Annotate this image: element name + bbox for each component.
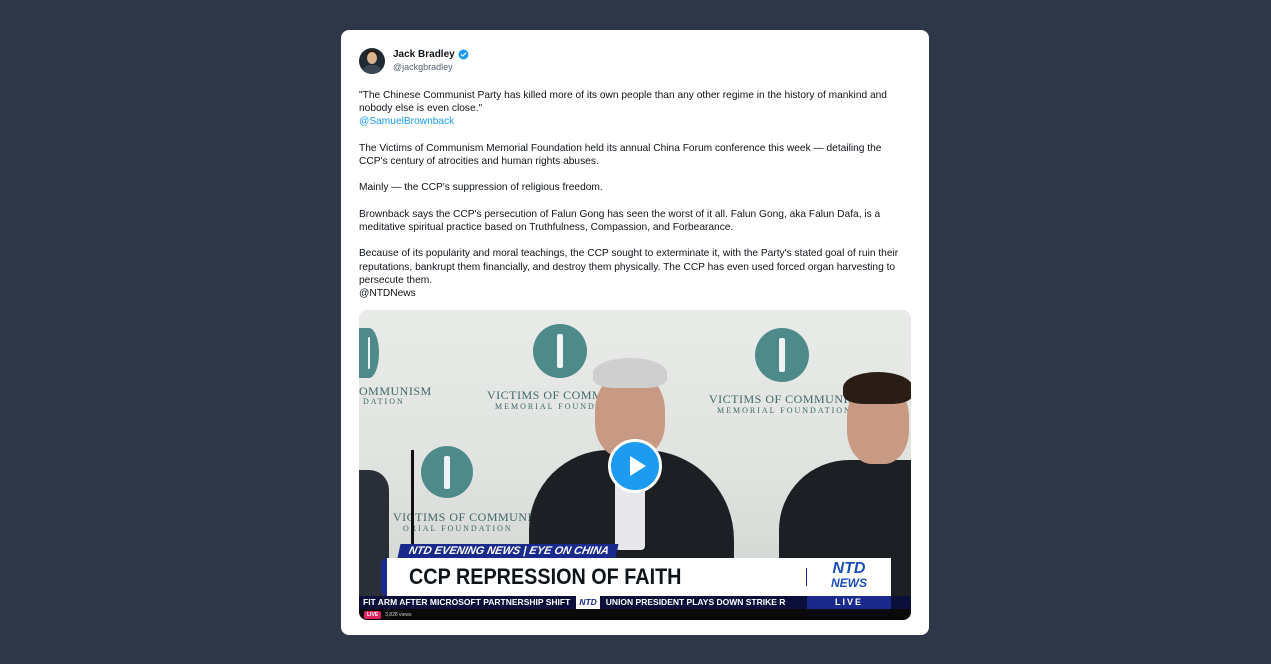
foundation-logo bbox=[359, 328, 379, 379]
foundation-logo bbox=[755, 328, 809, 383]
chyron-divider bbox=[806, 568, 807, 587]
tweet-paragraph: Brownback says the CCP's persecution of … bbox=[359, 208, 881, 233]
foundation-logo bbox=[533, 324, 587, 379]
tweet-text: "The Chinese Communist Party has killed … bbox=[359, 89, 911, 300]
verified-badge-icon bbox=[458, 49, 469, 60]
tweet-paragraph: Mainly — the CCP's suppression of religi… bbox=[359, 182, 603, 194]
author-display-name[interactable]: Jack Bradley bbox=[393, 48, 455, 61]
author-block: Jack Bradley @jackgbradley bbox=[393, 48, 469, 74]
chyron-headline: CCP REPRESSION OF FAITH bbox=[409, 564, 682, 590]
author-handle[interactable]: @jackgbradley bbox=[393, 61, 469, 74]
avatar[interactable] bbox=[359, 48, 385, 74]
backdrop-text: MEMORIAL FOUNDATION bbox=[717, 406, 852, 416]
backdrop-text: DATION bbox=[363, 397, 405, 407]
foundation-logo bbox=[421, 446, 473, 499]
live-label: LIVE bbox=[807, 596, 891, 610]
tweet-header: Jack Bradley @jackgbradley bbox=[359, 47, 911, 75]
chyron-main: CCP REPRESSION OF FAITH NTD NEWS bbox=[381, 558, 891, 597]
video-player[interactable]: OMMUNISM DATION VICTIMS OF COMMUN MEMORI… bbox=[359, 310, 911, 621]
program-banner: NTD EVENING NEWS | EYE ON CHINA bbox=[397, 544, 619, 559]
mention-ntdnews[interactable]: @NTDNews bbox=[359, 288, 416, 299]
backdrop-text: VICTIMS OF COMMUNISM bbox=[393, 510, 551, 525]
man-right-hair bbox=[843, 372, 911, 405]
live-badge: LIVE bbox=[364, 610, 382, 619]
backdrop-text: ORIAL FOUNDATION bbox=[403, 524, 513, 534]
backdrop-text: MEMORIAL FOUND bbox=[495, 402, 596, 412]
tweet-paragraph: Because of its popularity and moral teac… bbox=[359, 248, 899, 286]
view-count: 3,828 views bbox=[385, 611, 412, 618]
tweet-paragraph-quote: "The Chinese Communist Party has killed … bbox=[359, 90, 887, 115]
speaker-hair bbox=[593, 358, 667, 389]
tweet-paragraph: The Victims of Communism Memorial Founda… bbox=[359, 142, 882, 167]
mention-link-samuelbrownback[interactable]: @SamuelBrownback bbox=[359, 116, 454, 127]
ntd-news-logo: NTD NEWS bbox=[831, 560, 867, 591]
video-status-bar: LIVE 3,828 views bbox=[359, 609, 911, 621]
microphone-stand bbox=[411, 450, 414, 547]
play-icon[interactable] bbox=[608, 439, 662, 494]
tweet-card: Jack Bradley @jackgbradley "The Chinese … bbox=[341, 30, 929, 635]
